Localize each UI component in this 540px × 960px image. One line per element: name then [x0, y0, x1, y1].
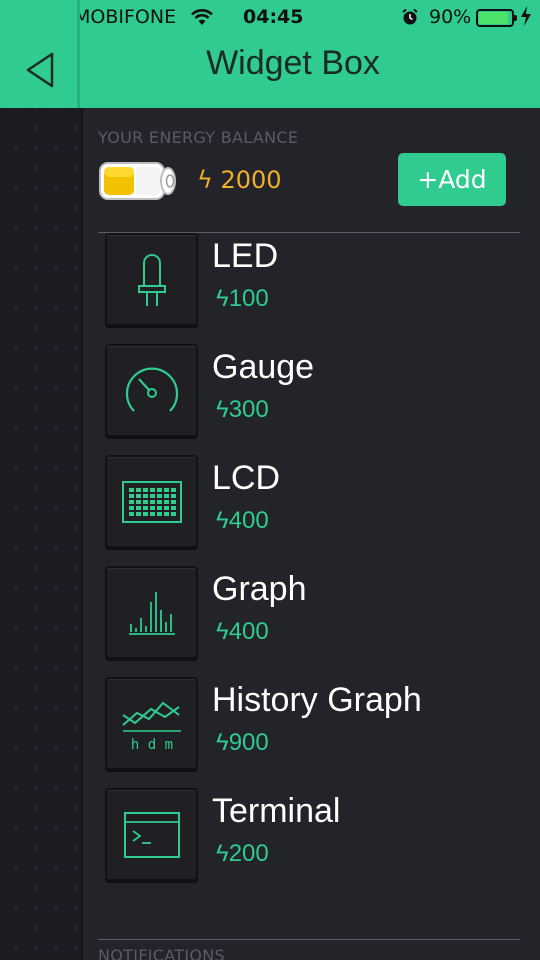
widget-item-terminal[interactable]: Terminal ϟ200 [98, 788, 528, 888]
widget-cost: ϟ900 [216, 729, 269, 757]
widget-cost-value: 400 [228, 507, 269, 534]
widget-item-history-graph[interactable]: h d m History Graph ϟ900 [98, 677, 528, 777]
widget-icon-tile [105, 788, 198, 881]
energy-bolt-icon: ϟ [197, 166, 213, 194]
dashboard-grid-preview[interactable] [0, 108, 83, 960]
bolt-icon: ϟ [216, 507, 229, 534]
page-title: Widget Box [206, 44, 380, 82]
charging-icon [520, 6, 532, 31]
widget-icon-tile [105, 344, 198, 437]
notifications-section-label: NOTIFICATIONS [98, 946, 225, 960]
add-energy-button[interactable]: +Add [398, 153, 506, 206]
widget-cost: ϟ100 [216, 285, 269, 313]
bolt-icon: ϟ [216, 729, 229, 756]
back-triangle-icon [26, 52, 54, 88]
energy-balance-label: YOUR ENERGY BALANCE [98, 128, 299, 147]
wifi-icon [190, 8, 214, 31]
widget-cost: ϟ300 [216, 396, 269, 424]
energy-battery-icon [98, 160, 180, 206]
widget-cost: ϟ400 [216, 618, 269, 646]
widget-name: Terminal [212, 792, 341, 830]
widget-icon-tile [105, 566, 198, 659]
bolt-icon: ϟ [216, 396, 229, 423]
widget-list: LED ϟ100 Gauge ϟ300 LCD ϟ400 Graph ϟ400 … [98, 233, 528, 938]
widget-cost-value: 300 [228, 396, 269, 423]
widget-icon-tile [105, 233, 198, 326]
bolt-icon: ϟ [216, 285, 229, 312]
widget-name: Gauge [212, 348, 315, 386]
widget-cost: ϟ200 [216, 840, 269, 868]
terminal-icon [123, 811, 180, 858]
alarm-icon [401, 8, 419, 31]
energy-balance-amount: 2000 [220, 166, 282, 194]
widget-cost-value: 400 [228, 618, 269, 645]
graph-icon [128, 591, 175, 635]
widget-icon-tile: h d m [105, 677, 198, 770]
status-bar: MOBIFONE 04:45 90% [0, 0, 540, 36]
widget-cost-value: 200 [228, 840, 269, 867]
bottom-divider [98, 939, 520, 940]
bolt-icon: ϟ [216, 618, 229, 645]
battery-percent: 90% [429, 6, 472, 28]
back-button[interactable] [18, 48, 62, 92]
bolt-icon: ϟ [216, 840, 229, 867]
widget-cost-value: 100 [228, 285, 269, 312]
lcd-icon [121, 480, 182, 523]
widget-item-graph[interactable]: Graph ϟ400 [98, 566, 528, 666]
widget-item-gauge[interactable]: Gauge ϟ300 [98, 344, 528, 444]
led-icon [137, 253, 166, 306]
energy-balance-value: ϟ 2000 [197, 166, 282, 194]
widget-name: History Graph [212, 681, 422, 719]
widget-cost-value: 900 [228, 729, 269, 756]
history-graph-icon: h d m [121, 701, 181, 753]
widget-item-lcd[interactable]: LCD ϟ400 [98, 455, 528, 555]
widget-name: LED [212, 237, 279, 275]
widget-name: LCD [212, 459, 281, 497]
widget-name: Graph [212, 570, 307, 608]
status-time: 04:45 [243, 6, 304, 28]
carrier-name: MOBIFONE [74, 6, 177, 28]
gauge-icon [125, 367, 178, 412]
battery-icon [476, 9, 517, 27]
widget-icon-tile [105, 455, 198, 548]
history-graph-icon-caption: h d m [130, 737, 172, 753]
widget-cost: ϟ400 [216, 507, 269, 535]
widget-item-led[interactable]: LED ϟ100 [98, 233, 528, 333]
